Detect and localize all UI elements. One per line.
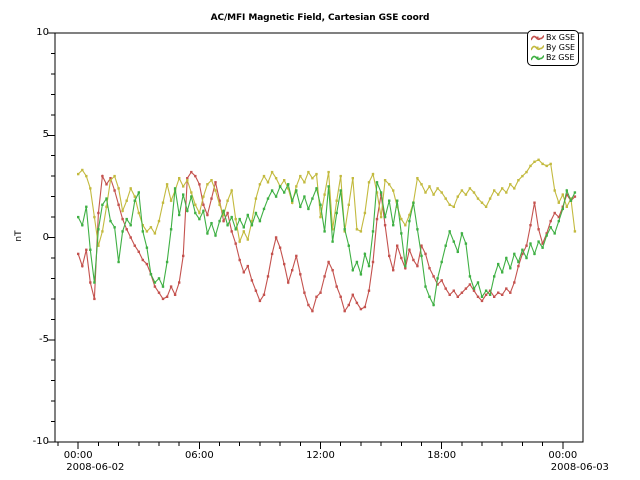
y-tick-label: 0 [0,232,49,244]
by-line-icon [531,44,544,52]
y-tick-label: 5 [0,129,49,141]
y-tick-label: 10 [0,27,49,39]
legend-entry-bz: Bz GSE [531,53,575,63]
x-date-label: 2008-06-03 [551,462,631,474]
legend-label-bx: Bx GSE [546,33,575,43]
series-by-gse [77,159,576,247]
plot-frame [55,33,583,442]
x-tick-label: 00:00 [48,450,108,462]
y-tick-label: -10 [0,436,49,448]
x-tick-label: 00:00 [533,450,593,462]
legend-box: Bx GSE By GSE Bz GSE [527,30,579,66]
x-tick-label: 12:00 [291,450,351,462]
legend-entry-bx: Bx GSE [531,33,575,43]
bx-line-icon [531,34,544,42]
legend-entry-by: By GSE [531,43,575,53]
y-tick-label: -5 [0,334,49,346]
legend-label-by: By GSE [546,43,575,53]
x-date-label: 2008-06-02 [66,462,146,474]
bz-line-icon [531,54,544,62]
series-bz-gse [77,181,576,306]
series-bx-gse [77,171,576,312]
x-tick-label: 06:00 [169,450,229,462]
legend-label-bz: Bz GSE [546,53,575,63]
x-tick-label: 18:00 [412,450,472,462]
plot-area [0,0,640,480]
chart-window: AC/MFI Magnetic Field, Cartesian GSE coo… [0,0,640,480]
